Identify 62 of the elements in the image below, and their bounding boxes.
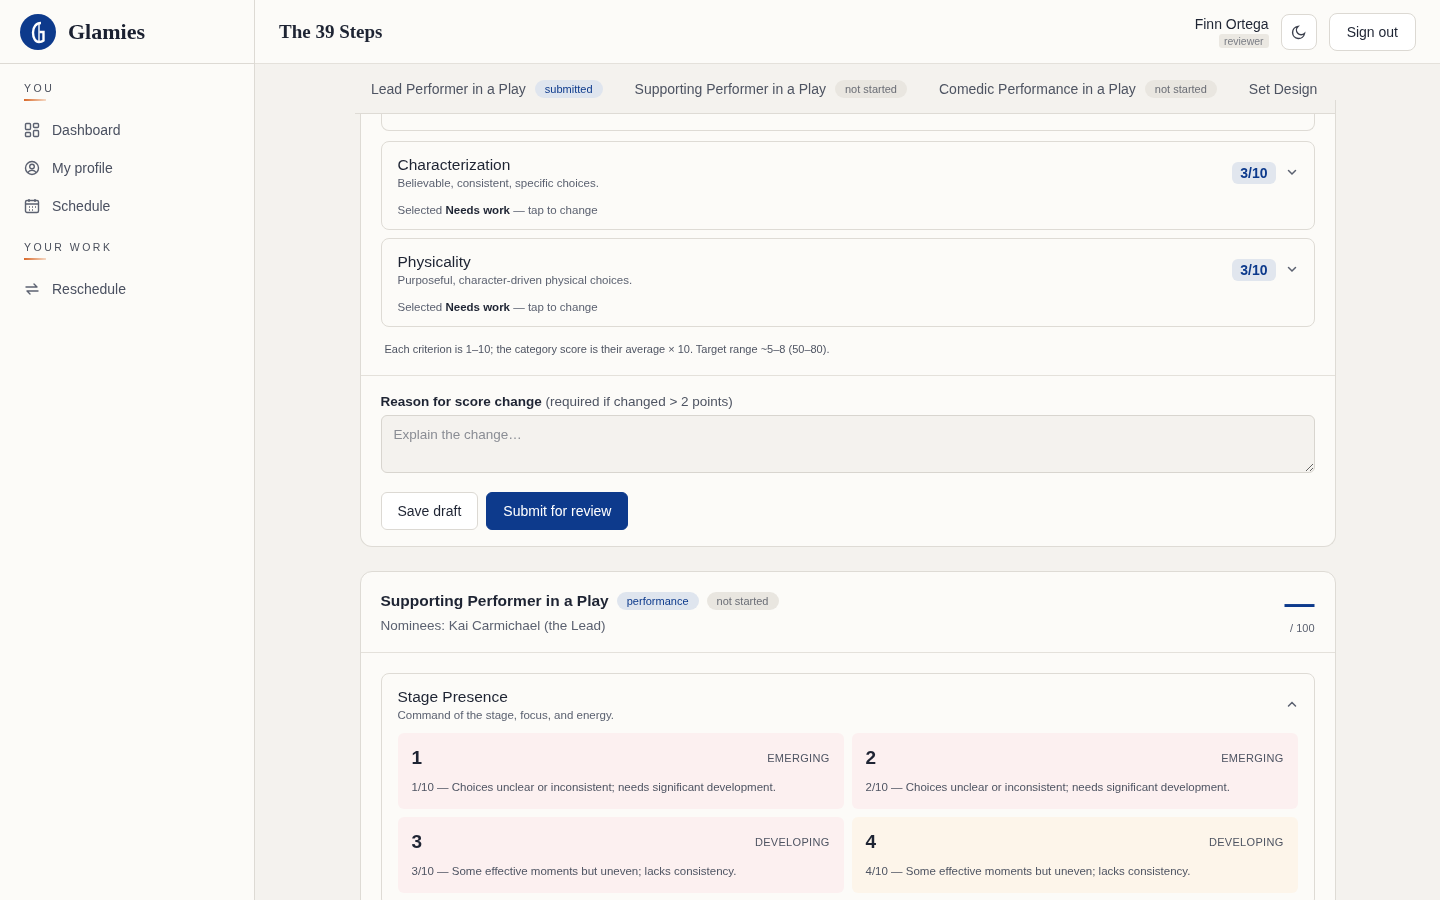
rating-option[interactable]: 1 EMERGING 1/10 — Choices unclear or inconsistent; needs significant development. — [397, 733, 844, 809]
criterion-name: Physicality — [397, 253, 472, 271]
reason-field[interactable]: Explain the change… — [380, 415, 1315, 473]
rating-level-label: DEVELOPING — [754, 836, 830, 848]
role-tag: reviewer — [1218, 33, 1269, 48]
category-tab[interactable]: Supporting Performer in a Play not started — [634, 64, 907, 113]
rating-level-label: EMERGING — [767, 752, 830, 764]
criterion-name: Stage Presence — [397, 688, 509, 706]
rating-value: 2 — [865, 747, 877, 769]
status-tag: not started — [835, 79, 907, 98]
rating-description: 3/10 — Some effective moments but uneven; lacks consistency. — [411, 865, 738, 877]
swap-icon — [24, 281, 40, 297]
page-title: The 39 Steps — [279, 20, 384, 43]
score-tag: 3/10 — [1232, 162, 1276, 184]
theme-toggle-button[interactable] — [1280, 13, 1317, 50]
rating-level-label: EMERGING — [1221, 752, 1284, 764]
rating-option[interactable]: 2 EMERGING 2/10 — Choices unclear or inconsistent; needs significant development. — [851, 733, 1298, 809]
save-button[interactable]: Save draft — [380, 492, 479, 530]
category-title: Supporting Performer in a Play — [380, 592, 609, 610]
user-icon — [24, 160, 40, 176]
score-value: — — [1284, 592, 1315, 616]
rating-description: 4/10 — Some effective moments but uneven; lacks consistency. — [865, 865, 1192, 877]
criterion-description: Purposeful, character-driven physical choices. — [397, 274, 634, 286]
sidebar-item[interactable]: Dashboard — [52, 122, 121, 138]
rating-value: 1 — [411, 747, 423, 769]
submit-button[interactable]: Submit for review — [486, 492, 629, 530]
selection-text: Selected Needs work — tap to change — [397, 301, 599, 313]
rating-description: 1/10 — Choices unclear or inconsistent; needs significant development. — [411, 781, 777, 793]
status-tag: not started — [1144, 79, 1217, 98]
category-tab[interactable]: Lead Performer in a Play submitted — [371, 64, 603, 113]
calendar-icon — [24, 198, 40, 214]
rating-value: 4 — [865, 831, 877, 853]
sidebar-item[interactable]: My profile — [52, 160, 113, 176]
field-label: Reason for score change (required if changed > 2 points) — [380, 394, 734, 409]
criterion-description: Command of the stage, focus, and energy. — [397, 709, 615, 721]
scoring-note: Each criterion is 1–10; the category score is their average × 10. Target range ~5–8 (50–80). — [383, 342, 831, 357]
rating-level-label: DEVELOPING — [1208, 836, 1284, 848]
status-tag: submitted — [534, 79, 603, 98]
dashboard-icon — [24, 122, 40, 138]
rating-description: 2/10 — Choices unclear or inconsistent; needs significant development. — [865, 781, 1231, 793]
sidebar-item[interactable]: Reschedule — [52, 281, 126, 297]
rating-value: 3 — [411, 831, 423, 853]
criterion-name: Characterization — [397, 156, 512, 174]
type-tag: performance — [616, 592, 699, 610]
section-heading: YOU — [24, 82, 56, 94]
selection-text: Selected Needs work — tap to change — [397, 204, 599, 216]
sidebar-item[interactable]: Schedule — [52, 198, 111, 214]
rating-option[interactable]: 4 DEVELOPING 4/10 — Some effective moments but uneven; lacks consistency. — [851, 817, 1298, 893]
brand-name: Glamies — [68, 18, 145, 45]
criterion-description: Believable, consistent, specific choices. — [397, 177, 600, 189]
rating-option[interactable]: 3 DEVELOPING 3/10 — Some effective moments but uneven; lacks consistency. — [397, 817, 844, 893]
category-tab[interactable]: Set Design — [1248, 64, 1318, 113]
logo-icon — [20, 13, 56, 50]
category-tab[interactable]: Comedic Performance in a Play not started — [939, 64, 1217, 113]
nominees-text: Nominees: Kai Carmichael (the Lead) — [380, 618, 607, 633]
user-name: Finn Ortega — [1194, 15, 1269, 32]
moon-icon — [1290, 23, 1307, 40]
section-heading: YOUR WORK — [24, 241, 114, 253]
status-tag: not started — [706, 592, 779, 610]
sign-out-button[interactable]: Sign out — [1328, 12, 1416, 51]
score-max: / 100 — [1290, 622, 1315, 634]
score-tag: 3/10 — [1232, 259, 1276, 281]
